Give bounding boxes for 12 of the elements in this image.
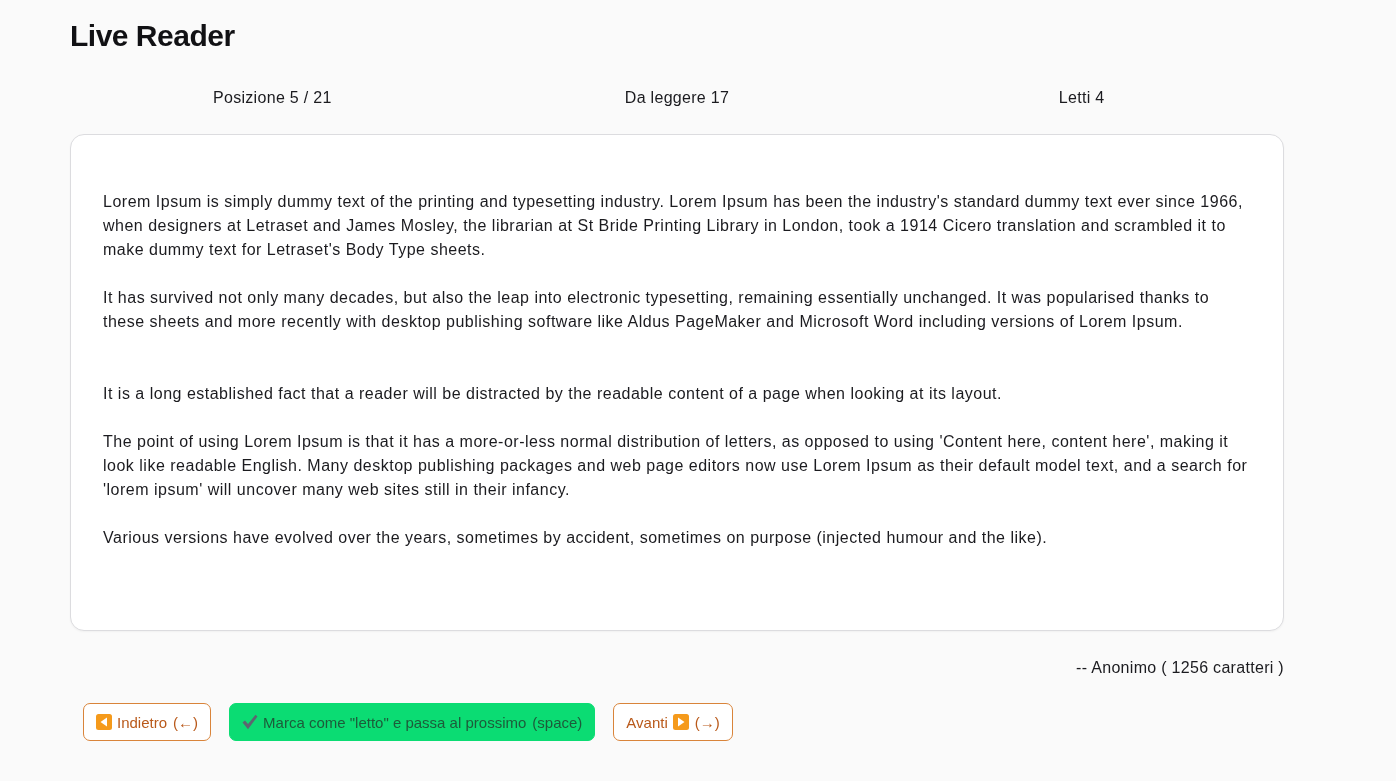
attribution-text: -- Anonimo ( 1256 caratteri ) <box>1076 658 1284 678</box>
back-button[interactable]: Indietro (←) <box>83 703 212 741</box>
triangle-right-icon <box>672 714 689 730</box>
next-button[interactable]: Avanti (→) <box>613 703 733 741</box>
stat-text: Posizione 5 / 21 <box>213 88 332 108</box>
triangle-left-icon <box>96 714 112 730</box>
stat-text: Da leggere 17 <box>624 88 730 108</box>
check-icon <box>242 714 259 730</box>
stat-text: Letti 4 <box>1058 88 1105 108</box>
passage-text: Lorem Ipsum is simply dummy text of the printing and typesetting industry. Lorem Ipsum has been the industry's standard dummy text ever since 1966, when designers at Letraset and James Mosley, the librarian at St Bride Printing Library in London, took a 1914 Cicero translation and scrambled it to make dummy text for Letraset's Body Type sheets. It has survived not only many decades, but also the leap into electronic typesetting, remaining essentially unchanged. It was popularised thanks to these sheets and more recently with desktop publishing software like Aldus PageMaker and Microsoft Word including versions of Lorem Ipsum. It is a long established fact that a reader will be distracted by the readable content of a page when looking at its layout. The point of using Lorem Ipsum is that it has a more-or-less normal distribution of letters, as opposed to using 'Content here, content here', making it look like readable English. Many desktop publishing packages and web page editors now use Lorem Ipsum as their default model text, and a search for 'lorem ipsum' will uncover many web sites still in their infancy. Various versions have evolved over the years, sometimes by accident, sometimes on purpose (injected humour and the like). <box>103 192 1249 548</box>
page-title: Live Reader <box>70 18 235 54</box>
mark-read-button[interactable]: Marca come "letto" e passa al prossimo (space) <box>229 703 596 741</box>
